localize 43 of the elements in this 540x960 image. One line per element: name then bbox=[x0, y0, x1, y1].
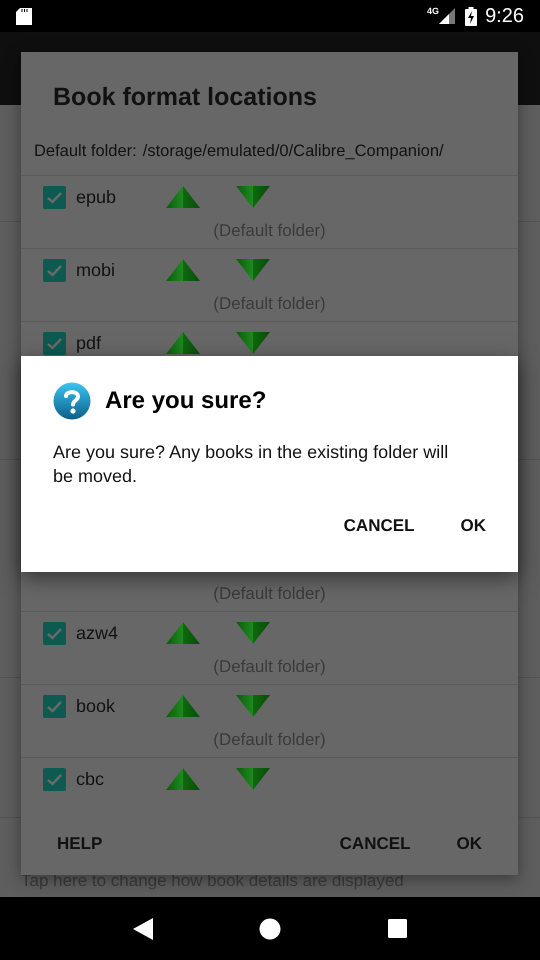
up-arrow-icon[interactable] bbox=[165, 331, 201, 355]
checkbox[interactable] bbox=[43, 186, 66, 208]
format-name: azw4 bbox=[76, 622, 120, 644]
confirm-message: Are you sure? Any books in the existing folder will be moved. bbox=[53, 441, 450, 488]
down-arrow-icon[interactable] bbox=[235, 258, 271, 282]
format-name: epub bbox=[76, 186, 118, 209]
format-name: cbc bbox=[76, 768, 106, 790]
up-arrow-icon[interactable] bbox=[165, 767, 201, 791]
clock: 9:26 bbox=[485, 4, 524, 29]
default-folder-path: /storage/emulated/0/Calibre_Companion/ bbox=[142, 141, 444, 162]
dialog-title: Book format locations bbox=[53, 83, 317, 111]
sd-card-icon bbox=[16, 8, 32, 24]
up-arrow-icon[interactable] bbox=[165, 694, 201, 718]
battery-charging-icon bbox=[465, 6, 478, 26]
format-name: pdf bbox=[76, 332, 102, 355]
dialog-button[interactable]: OK bbox=[446, 505, 500, 546]
format-name: book bbox=[76, 694, 116, 718]
recents-icon[interactable] bbox=[388, 919, 407, 938]
help-button[interactable]: HELP bbox=[43, 822, 116, 864]
up-arrow-icon[interactable] bbox=[165, 185, 201, 209]
dialog-button[interactable]: CANCEL bbox=[326, 822, 424, 864]
down-arrow-icon[interactable] bbox=[235, 621, 271, 645]
up-arrow-icon[interactable] bbox=[165, 621, 201, 645]
checkbox[interactable] bbox=[43, 622, 66, 644]
down-arrow-icon[interactable] bbox=[235, 185, 271, 209]
network-type: 4G bbox=[427, 5, 440, 18]
dialog-button[interactable]: CANCEL bbox=[330, 505, 428, 546]
dialog-button[interactable]: OK bbox=[442, 822, 496, 864]
checkbox[interactable] bbox=[43, 768, 66, 790]
home-icon[interactable] bbox=[259, 918, 282, 940]
default-folder-label: Default folder: bbox=[34, 141, 137, 162]
format-name: mobi bbox=[76, 258, 116, 282]
up-arrow-icon[interactable] bbox=[165, 258, 201, 282]
down-arrow-icon[interactable] bbox=[235, 694, 271, 718]
checkbox[interactable] bbox=[43, 258, 66, 282]
back-icon[interactable] bbox=[133, 918, 154, 940]
checkbox[interactable] bbox=[43, 332, 66, 354]
signal-icon bbox=[439, 8, 456, 24]
down-arrow-icon[interactable] bbox=[235, 767, 271, 791]
question-icon bbox=[53, 382, 91, 420]
checkbox[interactable] bbox=[43, 694, 66, 718]
down-arrow-icon[interactable] bbox=[235, 331, 271, 355]
confirm-title: Are you sure? bbox=[105, 386, 266, 416]
